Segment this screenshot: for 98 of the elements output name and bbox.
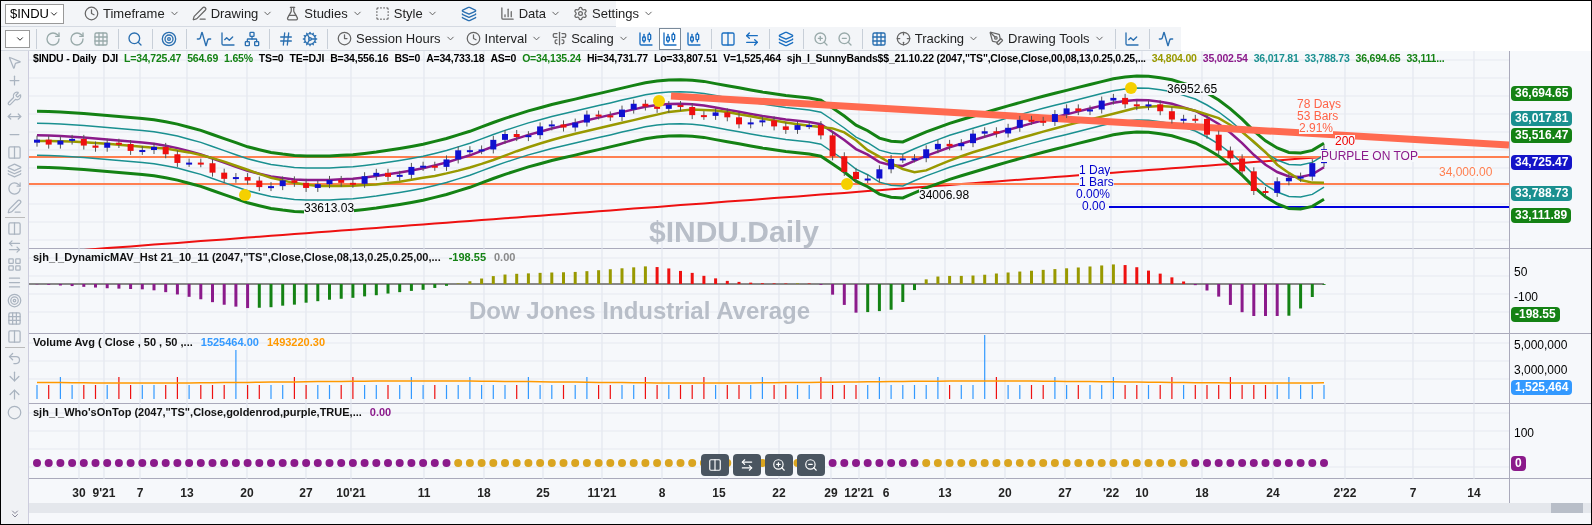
chart-header-text: A=34,733.18 bbox=[426, 51, 485, 66]
chart-header-text: DJI bbox=[102, 51, 119, 66]
chart-header-text: L=34,725.47 bbox=[124, 51, 182, 66]
chart-annotation: 34006.98 bbox=[919, 189, 970, 201]
date-label: 12'21 bbox=[844, 485, 874, 502]
chart-header-text: $INDU - Daily bbox=[33, 51, 97, 66]
chart-header-text: BS=0 bbox=[394, 51, 421, 66]
axis-label: 3,000,000 bbox=[1514, 362, 1568, 379]
indicator-value: 1493220.30 bbox=[266, 335, 325, 350]
date-label: 29 bbox=[824, 485, 838, 502]
indicator-value: 1525464.00 bbox=[200, 335, 259, 350]
date-label: 9'21 bbox=[92, 485, 116, 502]
toolbar-menu[interactable]: Session Hours bbox=[332, 28, 460, 49]
price-tag: 36,017.81 bbox=[1511, 111, 1573, 126]
toolbar-menu[interactable]: Timeframe bbox=[80, 3, 184, 24]
chart-header-text: TS=0 bbox=[258, 51, 284, 66]
toolbar-menu[interactable]: Tracking bbox=[891, 28, 984, 49]
indicator-title: Volume Avg ( Close , 50 , 50 ,... bbox=[33, 335, 193, 350]
toolbar-menu[interactable]: Style bbox=[370, 3, 442, 24]
axis-label: 100 bbox=[1514, 425, 1535, 442]
indicator-value: -198.55 bbox=[448, 250, 486, 265]
date-label: 10'21 bbox=[336, 485, 366, 502]
date-label: 6 bbox=[882, 485, 890, 502]
chart-header-text: 33,788.73 bbox=[1304, 51, 1350, 66]
chart-annotation: 34,000.00 bbox=[1439, 166, 1493, 178]
date-label: 14 bbox=[1467, 485, 1481, 502]
indicator-value: 0.00 bbox=[494, 250, 516, 265]
chart-header-text: AS=0 bbox=[490, 51, 517, 66]
chart-header-text: 34,804.00 bbox=[1151, 51, 1197, 66]
date-label: 13 bbox=[938, 485, 952, 502]
chart-annotation: 200 bbox=[1335, 135, 1356, 147]
date-label: 25 bbox=[536, 485, 550, 502]
toolbar-menu[interactable]: Interval bbox=[461, 28, 547, 49]
toolbar-menu[interactable]: Settings bbox=[569, 3, 659, 24]
date-label: 30 bbox=[72, 485, 86, 502]
date-label: 18 bbox=[477, 485, 491, 502]
date-label: 20 bbox=[998, 485, 1012, 502]
chart-annotation: 53 Bars bbox=[1297, 110, 1339, 122]
date-label: 13 bbox=[180, 485, 194, 502]
date-label: 11 bbox=[417, 485, 431, 502]
symbol-field[interactable]: $INDU bbox=[5, 3, 64, 24]
price-tag: -198.55 bbox=[1511, 307, 1560, 322]
chart-annotation: 0.00 bbox=[1082, 200, 1106, 212]
price-tag: 34,725.47 bbox=[1511, 155, 1573, 170]
axis-label: 50 bbox=[1514, 264, 1528, 281]
chart-header-text: 564.69 bbox=[187, 51, 219, 66]
date-label: 27 bbox=[1058, 485, 1072, 502]
date-label: '22 bbox=[1102, 485, 1120, 502]
chart-annotation: 1 Bars bbox=[1079, 176, 1114, 188]
chart-annotation: PURPLE ON TOP bbox=[1321, 150, 1418, 162]
chart-header-text: 35,002.54 bbox=[1202, 51, 1248, 66]
chart-header-text: 1.65% bbox=[224, 51, 253, 66]
toolbar-menu[interactable]: Studies bbox=[281, 3, 367, 24]
date-label: 27 bbox=[299, 485, 313, 502]
date-label: 22 bbox=[772, 485, 786, 502]
chart-header-text: 36,017.81 bbox=[1253, 51, 1299, 66]
chart-header-text: 33,111... bbox=[1406, 51, 1445, 66]
price-tag: 33,788.73 bbox=[1511, 186, 1573, 201]
price-tag: 33,111.89 bbox=[1511, 208, 1572, 223]
chart-annotation: 33613.03 bbox=[304, 202, 355, 214]
toolbar-menu[interactable]: Scaling bbox=[548, 28, 633, 49]
chart-annotation: 1 Day bbox=[1079, 164, 1111, 176]
chart-annotation: 36952.65 bbox=[1167, 83, 1218, 95]
date-label: 7 bbox=[1409, 485, 1417, 502]
date-label: 7 bbox=[136, 485, 144, 502]
date-label: 15 bbox=[712, 485, 726, 502]
price-tag: 0 bbox=[1511, 456, 1526, 471]
price-tag: 36,694.65 bbox=[1511, 86, 1573, 101]
watermark-subtitle: Dow Jones Industrial Average bbox=[469, 296, 810, 326]
chart-header-text: 36,694.65 bbox=[1355, 51, 1401, 66]
date-label: 2'22 bbox=[1333, 485, 1357, 502]
date-label: 10 bbox=[1135, 485, 1149, 502]
watermark-title: $INDU.Daily bbox=[649, 217, 820, 247]
chart-header-text: B=34,556.16 bbox=[330, 51, 389, 66]
date-label: 8 bbox=[658, 485, 666, 502]
axis-label: -100 bbox=[1514, 289, 1539, 306]
chart-header-text: sjh_I_SunnyBands$$_21.10.22 (2047,"TS",Close,Close,00,08,13,0.25,0.25,... bbox=[786, 51, 1146, 66]
price-tag: 1,525,464 bbox=[1511, 380, 1573, 395]
date-label: 11'21 bbox=[587, 485, 617, 502]
toolbar-menu[interactable]: Drawing bbox=[187, 3, 278, 24]
chart-header-text: Hi=34,731.77 bbox=[586, 51, 648, 66]
axis-label: 5,000,000 bbox=[1514, 337, 1568, 354]
toolbar-menu[interactable]: Drawing Tools bbox=[985, 28, 1109, 49]
chart-header-text: Lo=33,807.51 bbox=[653, 51, 718, 66]
chart-header-text: O=34,135.24 bbox=[522, 51, 581, 66]
chart-annotation: 2.91% bbox=[1299, 122, 1334, 134]
indicator-value: 0.00 bbox=[369, 405, 392, 420]
date-label: 18 bbox=[1195, 485, 1209, 502]
indicator-title: sjh_I_Who'sOnTop (2047,"TS",Close,goldenrod,purple,TRUE,... bbox=[33, 405, 362, 420]
chart-annotation: 78 Days bbox=[1297, 98, 1342, 110]
chart-header-text: TE=DJI bbox=[289, 51, 325, 66]
toolbar-menu[interactable]: Data bbox=[495, 3, 566, 24]
price-tag: 35,516.47 bbox=[1511, 128, 1573, 143]
chart-annotation: 0.00% bbox=[1076, 188, 1111, 200]
date-label: 24 bbox=[1266, 485, 1280, 502]
date-label: 20 bbox=[240, 485, 254, 502]
chart-header-text: V=1,525,464 bbox=[723, 51, 781, 66]
indicator-title: sjh_I_DynamicMAV_Hst 21_10_11 (2047,"TS",Close,Close,08,13,0.25,0.25,00,... bbox=[33, 250, 441, 265]
